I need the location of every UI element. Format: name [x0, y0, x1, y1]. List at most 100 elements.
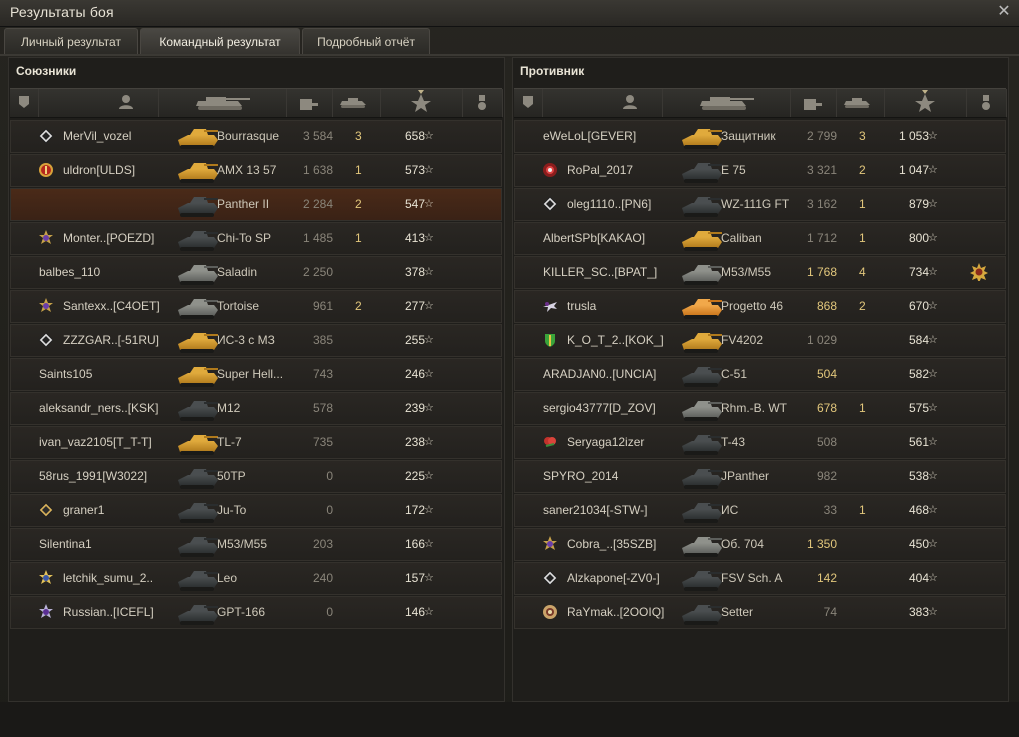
- table-row[interactable]: Santexx..[C4OET] Tortoise 961 2 277 ☆: [10, 290, 502, 323]
- vehicle-name: Rhm.-B. WT: [721, 401, 787, 415]
- player-column-icon: [119, 95, 133, 109]
- vehicle-name: C-51: [721, 367, 748, 381]
- table-row[interactable]: KILLER_SC..[BPAT_] M53/M55 1 768 4 734 ☆: [514, 256, 1006, 289]
- kills-column-header[interactable]: [836, 89, 885, 117]
- table-row[interactable]: SPYRO_2014 JPanther 982 538 ☆: [514, 460, 1006, 493]
- xp-star-icon: ☆: [928, 504, 938, 516]
- sort-arrow-icon: [922, 90, 928, 94]
- player-name: Silentina1: [39, 537, 92, 551]
- table-row[interactable]: Silentina1 M53/M55 203 166 ☆: [10, 528, 502, 561]
- rank-column-icon: [523, 96, 533, 108]
- medals-column-header[interactable]: [462, 89, 503, 117]
- player-name: Saints105: [39, 367, 93, 381]
- table-row[interactable]: Alzkapone[-ZV0-] FSV Sch. A 142 404 ☆: [514, 562, 1006, 595]
- vehicle-column-header[interactable]: [662, 89, 791, 117]
- table-row[interactable]: AlbertSPb[KAKAO] Caliban 1 712 1 800 ☆: [514, 222, 1006, 255]
- damage-value: 3 321: [806, 163, 837, 177]
- table-row[interactable]: ZZZGAR..[-51RU] ИС-3 с МЗ 385 255 ☆: [10, 324, 502, 357]
- vehicle-name: Ju-To: [217, 503, 247, 517]
- damage-value: 385: [312, 333, 333, 347]
- damage-value: 240: [312, 571, 333, 585]
- xp-value: 584: [908, 333, 929, 347]
- medals-column-header[interactable]: [966, 89, 1007, 117]
- tank-icon: [178, 129, 218, 149]
- close-icon[interactable]: ✕: [995, 2, 1013, 20]
- vehicle-column-icon: [196, 97, 250, 110]
- table-row[interactable]: Panther II 2 284 2 547 ☆: [10, 188, 502, 221]
- table-row[interactable]: RoPal_2017 E 75 3 321 2 1 047 ☆: [514, 154, 1006, 187]
- xp-value: 225: [404, 469, 425, 483]
- medals-column-icon: [982, 95, 990, 110]
- vehicle-name: Panther II: [217, 197, 270, 211]
- table-row[interactable]: Russian..[ICEFL] GPT-166 0 146 ☆: [10, 596, 502, 629]
- table-row[interactable]: Monter..[POEZD] Chi-To SP 1 485 1 413 ☆: [10, 222, 502, 255]
- table-row[interactable]: uldron[ULDS] AMX 13 57 1 638 1 573 ☆: [10, 154, 502, 187]
- silver-star-emblem-icon: [39, 604, 53, 618]
- vehicle-column-header[interactable]: [158, 89, 287, 117]
- rank-column-header[interactable]: [10, 89, 39, 117]
- damage-value: 743: [312, 367, 333, 381]
- tank-icon: [178, 401, 218, 421]
- table-row[interactable]: graner1 Ju-To 0 172 ☆: [10, 494, 502, 527]
- tab-personal-result[interactable]: Личный результат: [4, 28, 138, 55]
- order-medal-icon[interactable]: [970, 263, 988, 281]
- rank-column-header[interactable]: [514, 89, 543, 117]
- xp-star-icon: ☆: [928, 334, 938, 346]
- kills-column-header[interactable]: [332, 89, 381, 117]
- tab-team-result[interactable]: Командный результат: [140, 28, 300, 55]
- table-row[interactable]: K_O_T_2..[KOK_] FV4202 1 029 584 ☆: [514, 324, 1006, 357]
- table-row[interactable]: 58rus_1991[W3022] 50TP 0 225 ☆: [10, 460, 502, 493]
- table-row[interactable]: sergio43777[D_ZOV] Rhm.-B. WT 678 1 575 ☆: [514, 392, 1006, 425]
- table-row[interactable]: ARADJAN0..[UNCIA] C-51 504 582 ☆: [514, 358, 1006, 391]
- tank-icon: [682, 571, 722, 591]
- table-row[interactable]: balbes_110 Saladin 2 250 378 ☆: [10, 256, 502, 289]
- table-row[interactable]: saner21034[-STW-] ИС 33 1 468 ☆: [514, 494, 1006, 527]
- tab-detailed-report[interactable]: Подробный отчёт: [302, 28, 430, 55]
- vehicle-name: WZ-111G FT: [721, 197, 790, 211]
- player-column-header[interactable]: [542, 89, 663, 117]
- damage-column-header[interactable]: [286, 89, 333, 117]
- table-row[interactable]: Cobra_..[35SZB] Об. 704 1 350 450 ☆: [514, 528, 1006, 561]
- xp-value: 734: [908, 265, 929, 279]
- window-title: Результаты боя: [10, 4, 114, 20]
- xp-value: 413: [404, 231, 425, 245]
- table-row[interactable]: letchik_sumu_2.. Leo 240 157 ☆: [10, 562, 502, 595]
- xp-star-icon: ☆: [928, 164, 938, 176]
- table-row[interactable]: aleksandr_ners..[KSK] M12 578 239 ☆: [10, 392, 502, 425]
- damage-column-header[interactable]: [790, 89, 837, 117]
- xp-value: 658: [404, 129, 425, 143]
- xp-value: 238: [404, 435, 425, 449]
- table-row[interactable]: ivan_vaz2105[T_T-T] TL-7 735 238 ☆: [10, 426, 502, 459]
- xp-star-icon: ☆: [424, 538, 434, 550]
- xp-star-icon: ☆: [424, 130, 434, 142]
- damage-value: 961: [312, 299, 333, 313]
- damage-column-icon: [300, 99, 318, 110]
- tank-icon: [682, 163, 722, 183]
- round-medal-emblem-icon: [543, 605, 557, 619]
- vehicle-name: AMX 13 57: [217, 163, 277, 177]
- enemies-title: Противник: [520, 64, 585, 78]
- player-name: ivan_vaz2105[T_T-T]: [39, 435, 152, 449]
- table-row[interactable]: oleg1110..[PN6] WZ-111G FT 3 162 1 879 ☆: [514, 188, 1006, 221]
- tank-icon: [178, 299, 218, 319]
- vehicle-name: ИС-3 с МЗ: [217, 333, 275, 347]
- tank-icon: [178, 435, 218, 455]
- table-row[interactable]: MerVil_vozel Bourrasque 3 584 3 658 ☆: [10, 120, 502, 153]
- vehicle-name: 50TP: [217, 469, 246, 483]
- table-row[interactable]: Saints105 Super Hell... 743 246 ☆: [10, 358, 502, 391]
- table-row[interactable]: RaYmak..[2OOIQ] Setter 74 383 ☆: [514, 596, 1006, 629]
- table-row[interactable]: eWeLoL[GEVER] Защитник 2 799 3 1 053 ☆: [514, 120, 1006, 153]
- kills-value: 1: [859, 197, 866, 211]
- table-row[interactable]: Seryaga12izer T-43 508 561 ☆: [514, 426, 1006, 459]
- damage-value: 1 350: [806, 537, 837, 551]
- table-row[interactable]: trusla Progetto 46 868 2 670 ☆: [514, 290, 1006, 323]
- tank-icon: [178, 163, 218, 183]
- xp-column-header[interactable]: [884, 89, 967, 117]
- player-column-header[interactable]: [38, 89, 159, 117]
- tank-icon: [178, 367, 218, 387]
- tank-icon: [682, 129, 722, 149]
- player-name: balbes_110: [39, 265, 101, 279]
- damage-value: 508: [816, 435, 837, 449]
- vehicle-name: M53/M55: [217, 537, 268, 551]
- xp-column-header[interactable]: [380, 89, 463, 117]
